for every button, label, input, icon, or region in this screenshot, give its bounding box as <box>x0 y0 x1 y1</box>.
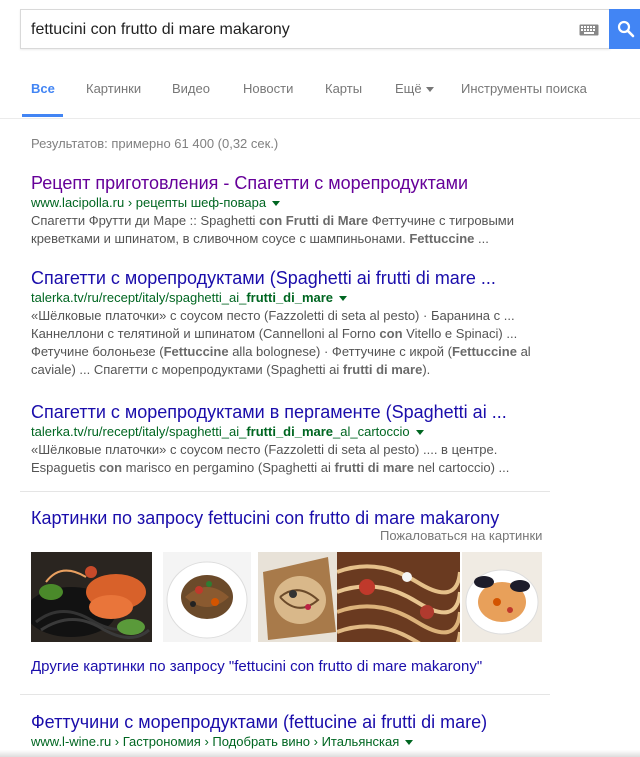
result-title-link[interactable]: Рецепт приготовления - Спагетти с морепр… <box>31 172 561 194</box>
result-snippet: «Шёлковые платочки» с соусом песто (Fazz… <box>31 441 561 477</box>
result-title-link[interactable]: Спагетти с морепродуктами (Spaghetti ai … <box>31 267 561 289</box>
result-url-text: www.l-wine.ru › Гастрономия › Подобрать … <box>31 734 400 749</box>
result-url: www.l-wine.ru › Гастрономия › Подобрать … <box>31 733 561 751</box>
search-box[interactable] <box>20 9 610 49</box>
images-header-link[interactable]: Картинки по запросу fettucini con frutto… <box>31 508 499 529</box>
tab-all[interactable]: Все <box>31 81 55 96</box>
tab-search-tools[interactable]: Инструменты поиска <box>461 81 587 96</box>
bottom-edge <box>0 750 640 757</box>
chevron-down-icon <box>425 87 434 93</box>
pasta-paper-image[interactable] <box>258 552 337 642</box>
search-tabs: Все Картинки Видео Новости Карты Ещё Инс… <box>0 62 640 119</box>
active-tab-indicator <box>22 114 63 117</box>
search-result: Рецепт приготовления - Спагетти с морепр… <box>31 172 561 248</box>
search-button[interactable] <box>609 9 640 49</box>
snippet-line: «Шёлковые платочки» с соусом песто (Fazz… <box>31 442 498 457</box>
chevron-down-icon[interactable] <box>415 430 424 436</box>
chevron-down-icon[interactable] <box>405 740 414 746</box>
result-snippet: Спагетти Фрутти ди Маре :: Spaghetti con… <box>31 212 561 248</box>
snippet-line: «Шёлковые платочки» с соусом песто (Fazz… <box>31 308 515 323</box>
snippet-line: Каннеллони с телятиной и шпинатом (Canne… <box>31 326 518 341</box>
snippet-line: Спагетти Фрутти ди Маре :: Spaghetti con… <box>31 213 515 228</box>
result-url-text: talerka.tv/ru/recept/italy/spaghetti_ai_… <box>31 290 334 305</box>
search-result: Спагетти с морепродуктами (Spaghetti ai … <box>31 267 561 379</box>
result-stats: Результатов: примерно 61 400 (0,32 сек.) <box>31 136 279 151</box>
tab-images[interactable]: Картинки <box>86 81 141 96</box>
snippet-line: Espaguetis con marisco en pergamino (Spa… <box>31 460 510 475</box>
keyboard-icon[interactable] <box>579 24 599 36</box>
pasta-closeup-image[interactable] <box>337 552 460 642</box>
pasta-mussels-image[interactable] <box>462 552 542 642</box>
search-result: Феттучини с морепродуктами (fettucine ai… <box>31 711 561 751</box>
tab-maps[interactable]: Карты <box>325 81 362 96</box>
search-result: Спагетти с морепродуктами в пергаменте (… <box>31 401 561 477</box>
tab-news[interactable]: Новости <box>243 81 293 96</box>
snippet-line: Фетучине болоньезе (Fettuccine alla bolo… <box>31 344 531 359</box>
result-url: talerka.tv/ru/recept/italy/spaghetti_ai_… <box>31 423 561 441</box>
tab-video[interactable]: Видео <box>172 81 210 96</box>
more-images-link[interactable]: Другие картинки по запросу "fettucini co… <box>31 658 482 675</box>
search-input[interactable] <box>31 19 571 41</box>
result-url: talerka.tv/ru/recept/italy/spaghetti_ai_… <box>31 289 561 307</box>
search-header <box>0 0 640 62</box>
divider <box>20 491 550 492</box>
pasta-shrimp-image[interactable] <box>31 552 152 642</box>
tab-more-label: Ещё <box>395 81 422 96</box>
result-url-text: www.lacipolla.ru › рецепты шеф-повара <box>31 195 267 210</box>
divider <box>20 694 550 695</box>
report-images-link[interactable]: Пожаловаться на картинки <box>380 528 542 543</box>
search-icon <box>617 20 635 38</box>
result-snippet: «Шёлковые платочки» с соусом песто (Fazz… <box>31 307 561 379</box>
snippet-line: caviale) ... Спагетти с морепродуктами (… <box>31 362 431 377</box>
result-title-link[interactable]: Феттучини с морепродуктами (fettucine ai… <box>31 711 561 733</box>
tab-more[interactable]: Ещё <box>395 81 434 96</box>
result-url: www.lacipolla.ru › рецепты шеф-повара <box>31 194 561 212</box>
chevron-down-icon[interactable] <box>339 296 348 302</box>
result-url-text: talerka.tv/ru/recept/italy/spaghetti_ai_… <box>31 424 410 439</box>
chevron-down-icon[interactable] <box>272 201 281 207</box>
snippet-line: креветками и шпинатом, в сливочном соусе… <box>31 231 489 246</box>
pasta-plate-image[interactable] <box>163 552 251 642</box>
result-title-link[interactable]: Спагетти с морепродуктами в пергаменте (… <box>31 401 561 423</box>
